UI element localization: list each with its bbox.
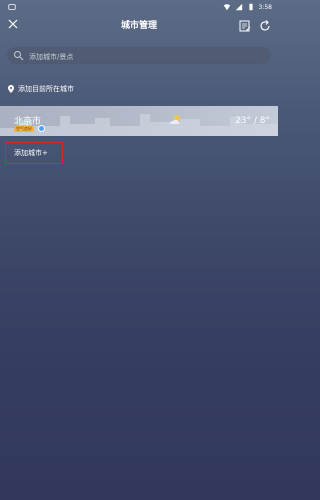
search-input[interactable]	[27, 48, 261, 65]
add-current-city[interactable]: 添加目前所在城市	[8, 83, 74, 95]
header: 城市管理	[0, 14, 278, 36]
edit-button[interactable]	[238, 18, 252, 32]
status-time: 3:58	[258, 3, 272, 11]
temperature-range: 23° / 8°	[235, 116, 270, 126]
location-pin-icon	[8, 85, 14, 93]
refresh-icon	[260, 20, 270, 31]
status-left-icons	[8, 3, 16, 13]
status-bar: 3:58	[0, 0, 278, 14]
add-city-button[interactable]: 添加城市+	[5, 142, 63, 164]
status-right: 3:58	[223, 3, 272, 11]
notification-icon	[8, 4, 16, 10]
search-icon	[14, 51, 24, 61]
current-location-icon	[38, 125, 45, 132]
search-bar[interactable]	[7, 47, 271, 65]
city-card-beijing[interactable]: 北京市 空气良好 23° / 8°	[0, 106, 278, 136]
refresh-button[interactable]	[258, 18, 272, 32]
battery-icon	[248, 3, 253, 11]
page-title: 城市管理	[120, 21, 157, 31]
edit-list-icon	[239, 20, 251, 32]
add-current-city-label: 添加目前所在城市	[18, 85, 74, 93]
wifi-icon	[223, 4, 230, 11]
signal-icon	[235, 3, 242, 11]
weather-partly-cloudy-icon	[170, 115, 180, 124]
air-quality-badge: 空气良好	[14, 126, 34, 132]
